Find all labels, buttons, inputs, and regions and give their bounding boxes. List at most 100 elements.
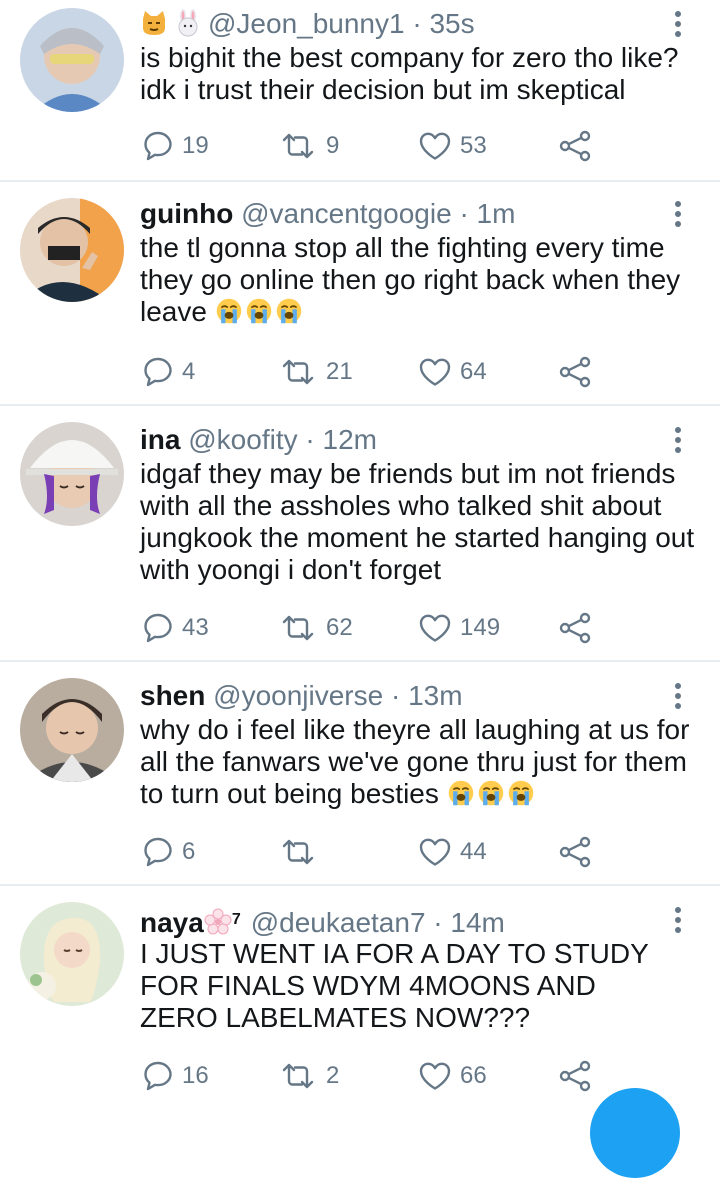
like-button[interactable]: 53 <box>418 126 487 166</box>
tweet-text-content: why do i feel like theyre all laughing a… <box>140 714 690 809</box>
retweet-count: 21 <box>326 358 353 385</box>
user-handle[interactable]: @vancentgoogie <box>241 198 452 229</box>
retweet-button[interactable]: 9 <box>278 126 339 166</box>
retweet-button[interactable]: 2 <box>278 1056 339 1096</box>
tweet[interactable]: @Jeon_bunny1 · 35s is bighit the best co… <box>0 0 720 182</box>
share-icon <box>558 836 592 868</box>
retweet-icon <box>278 612 318 644</box>
retweet-icon <box>278 130 318 162</box>
tweet-text: why do i feel like theyre all laughing a… <box>140 714 700 810</box>
user-handle[interactable]: @koofity <box>188 424 297 455</box>
tweet-actions: 4 21 64 <box>0 352 720 392</box>
tweet-header: guinho @vancentgoogie · 1m <box>140 198 515 230</box>
tweet[interactable]: guinho @vancentgoogie · 1m the tl gonna … <box>0 182 720 406</box>
display-name[interactable]: shen <box>140 680 205 711</box>
loudly-crying-emoji <box>275 297 303 325</box>
reply-icon <box>142 1060 174 1092</box>
like-button[interactable]: 66 <box>418 1056 487 1096</box>
like-button[interactable]: 64 <box>418 352 487 392</box>
more-options-icon[interactable] <box>668 8 688 42</box>
tweet-actions: 16 2 66 <box>0 1056 720 1096</box>
user-handle[interactable]: @deukaetan7 <box>251 907 426 938</box>
avatar[interactable] <box>20 902 124 1006</box>
retweet-icon <box>278 836 318 868</box>
more-options-icon[interactable] <box>668 198 688 232</box>
tweet-text: the tl gonna stop all the fighting every… <box>140 232 700 328</box>
loudly-crying-emoji <box>245 297 273 325</box>
tweet[interactable]: ina @koofity · 12m idgaf they may be fri… <box>0 406 720 662</box>
timestamp[interactable]: 12m <box>323 424 377 455</box>
share-button[interactable] <box>558 352 592 392</box>
reply-button[interactable]: 19 <box>142 126 209 166</box>
separator: · <box>412 8 422 39</box>
share-button[interactable] <box>558 1056 592 1096</box>
tweet-header: shen @yoonjiverse · 13m <box>140 680 463 712</box>
share-icon <box>558 1060 592 1092</box>
reply-icon <box>142 130 174 162</box>
reply-count: 43 <box>182 614 209 641</box>
tweet-text: I JUST WENT IA FOR A DAY TO STUDY FOR FI… <box>140 938 649 1033</box>
display-name[interactable]: ina <box>140 424 180 455</box>
separator: · <box>433 907 443 938</box>
avatar[interactable] <box>20 678 124 782</box>
timestamp[interactable]: 13m <box>408 680 462 711</box>
tweet-actions: 6 44 <box>0 832 720 872</box>
retweet-button[interactable]: 21 <box>278 352 353 392</box>
loudly-crying-emoji <box>477 779 505 807</box>
timestamp[interactable]: 14m <box>450 907 504 938</box>
rabbit-emoji <box>174 9 202 37</box>
like-count: 44 <box>460 838 487 865</box>
compose-tweet-button[interactable] <box>590 1088 680 1178</box>
reply-button[interactable]: 16 <box>142 1056 209 1096</box>
share-icon <box>558 130 592 162</box>
cherry-blossom-emoji <box>204 908 232 936</box>
reply-button[interactable]: 43 <box>142 608 209 648</box>
like-count: 53 <box>460 132 487 159</box>
reply-button[interactable]: 4 <box>142 352 195 392</box>
like-count: 64 <box>460 358 487 385</box>
like-button[interactable]: 44 <box>418 832 487 872</box>
share-button[interactable] <box>558 126 592 166</box>
display-name[interactable]: naya <box>140 907 204 938</box>
loudly-crying-emoji <box>215 297 243 325</box>
avatar[interactable] <box>20 198 124 302</box>
like-button[interactable]: 149 <box>418 608 500 648</box>
retweet-button[interactable]: 62 <box>278 608 353 648</box>
like-count: 66 <box>460 1062 487 1089</box>
avatar[interactable] <box>20 422 124 526</box>
retweet-icon <box>278 356 318 388</box>
separator: · <box>459 198 469 229</box>
share-icon <box>558 356 592 388</box>
name-superscript: 7 <box>231 911 241 928</box>
tweet[interactable]: shen @yoonjiverse · 13m why do i feel li… <box>0 662 720 886</box>
like-icon <box>418 356 452 388</box>
retweet-count: 9 <box>326 132 340 159</box>
retweet-icon <box>278 1060 318 1092</box>
retweet-button[interactable] <box>278 832 326 872</box>
reply-count: 19 <box>182 132 209 159</box>
reply-count: 4 <box>182 358 196 385</box>
timestamp[interactable]: 1m <box>477 198 516 229</box>
tweet-text: idgaf they may be friends but im not fri… <box>140 458 695 585</box>
like-icon <box>418 1060 452 1092</box>
tweet-header: naya 7 @deukaetan7 · 14m <box>140 904 505 939</box>
more-options-icon[interactable] <box>668 904 688 938</box>
display-name[interactable]: guinho <box>140 198 233 229</box>
tweet[interactable]: naya 7 @deukaetan7 · 14m I JUST WENT IA FO… <box>0 886 720 1100</box>
reply-icon <box>142 836 174 868</box>
cat-emoji <box>140 9 168 37</box>
avatar[interactable] <box>20 8 124 112</box>
separator: · <box>390 680 401 711</box>
user-handle[interactable]: @Jeon_bunny1 <box>208 8 405 39</box>
more-options-icon[interactable] <box>668 424 688 458</box>
more-options-icon[interactable] <box>668 680 688 714</box>
loudly-crying-emoji <box>507 779 535 807</box>
reply-button[interactable]: 6 <box>142 832 195 872</box>
user-handle[interactable]: @yoonjiverse <box>213 680 383 711</box>
share-button[interactable] <box>558 832 592 872</box>
share-button[interactable] <box>558 608 592 648</box>
timestamp[interactable]: 35s <box>429 8 474 39</box>
reply-count: 6 <box>182 838 196 865</box>
like-icon <box>418 836 452 868</box>
reply-count: 16 <box>182 1062 209 1089</box>
